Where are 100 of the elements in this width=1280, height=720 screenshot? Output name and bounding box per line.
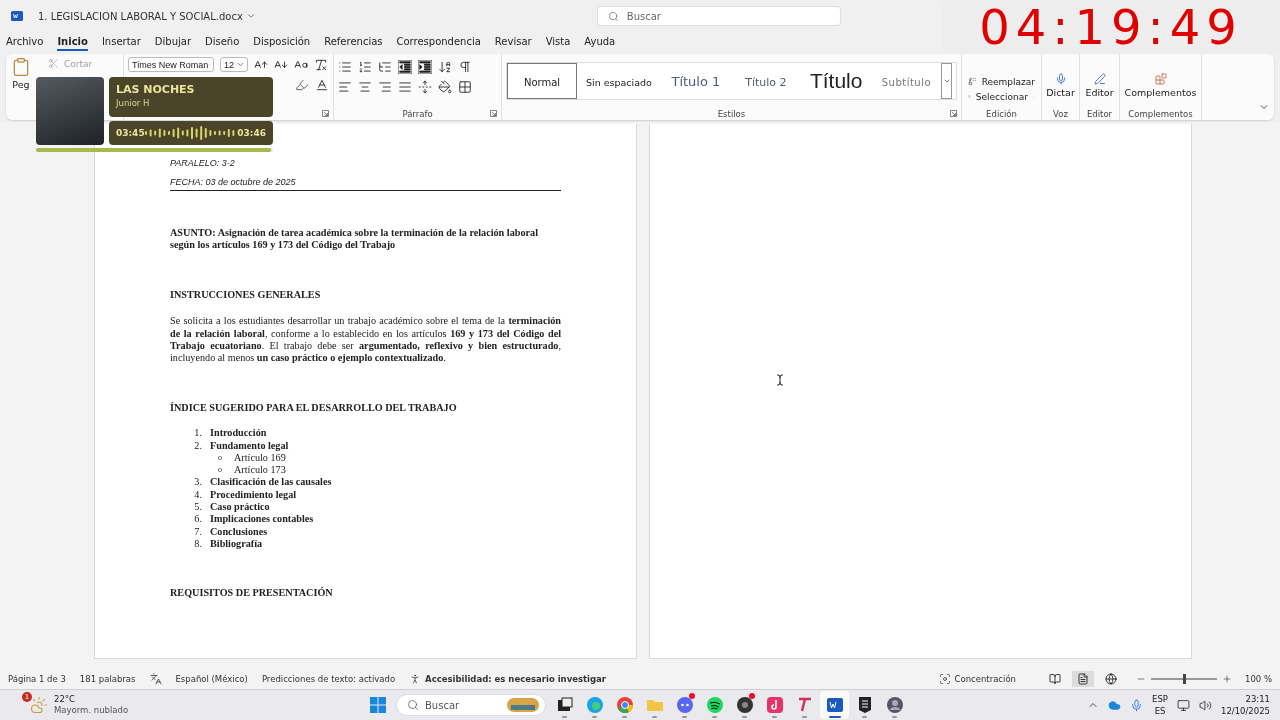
ribbon-tab[interactable]: Inicio: [57, 33, 88, 51]
section-heading: ÍNDICE SUGERIDO PARA EL DESARROLLO DEL TRABAJO: [170, 401, 458, 415]
focus-icon[interactable]: [938, 673, 951, 685]
align-right-icon[interactable]: [378, 80, 392, 94]
style-option[interactable]: Normal: [507, 63, 577, 99]
ribbon-tab[interactable]: Ayuda: [584, 33, 616, 51]
borders-icon[interactable]: [458, 80, 472, 94]
network-icon[interactable]: [1177, 698, 1190, 712]
accessibility-status[interactable]: Accesibilidad: es necesario investigar: [425, 674, 606, 684]
ribbon-tab[interactable]: Insertar: [101, 33, 141, 51]
ribbon-tab[interactable]: Revisar: [494, 33, 532, 51]
document-title[interactable]: 1. LEGISLACION LABORAL Y SOCIAL.docx: [38, 10, 256, 22]
list-item-text: Conclusiones: [210, 525, 268, 538]
cloud-icon[interactable]: [1108, 698, 1122, 712]
text-cursor-icon: [774, 374, 786, 386]
group-label: Párrafo: [401, 108, 434, 120]
zoom-thumb[interactable]: [1183, 674, 1186, 684]
zoom-level[interactable]: 100 %: [1245, 674, 1272, 684]
song-title: LAS NOCHES: [116, 83, 196, 96]
volume-icon[interactable]: [1199, 698, 1212, 712]
dictate-button[interactable]: Dictar: [1046, 71, 1075, 100]
list-item-text: Fundamento legal: [210, 439, 289, 452]
focus-mode[interactable]: Concentración: [954, 674, 1016, 684]
avatar-icon: [884, 695, 905, 715]
search-field[interactable]: Buscar: [596, 6, 841, 26]
justify-icon[interactable]: [398, 80, 412, 94]
list-item-text: Artículo 169: [234, 451, 286, 465]
artist-name: Junior H: [116, 98, 151, 108]
highlighter-icon[interactable]: [295, 78, 309, 92]
browser-icon: [584, 695, 605, 715]
ribbon-tab[interactable]: Disposición: [253, 33, 311, 51]
zoom-in-icon[interactable]: [1222, 674, 1232, 684]
input-language[interactable]: ESP ES: [1152, 693, 1168, 717]
dialog-launcher-icon[interactable]: [950, 110, 957, 117]
font-name-field[interactable]: Times New Roman: [128, 57, 214, 72]
photo-placeholder: [36, 77, 104, 145]
elapsed-time: 03:45: [116, 128, 145, 138]
clear-formatting-icon[interactable]: [314, 57, 328, 72]
word-count[interactable]: 181 palabras: [79, 674, 136, 684]
sort-icon[interactable]: [438, 60, 452, 74]
ribbon-tab[interactable]: Archivo: [6, 33, 44, 51]
taskbar-app-button[interactable]: [820, 691, 849, 719]
section-heading: REQUISITOS DE PRESENTACIÓN: [170, 587, 334, 600]
font-color-icon[interactable]: [315, 78, 329, 92]
multilevel-list-icon[interactable]: [378, 60, 392, 74]
ribbon-tab[interactable]: Vista: [545, 33, 571, 51]
increase-indent-icon[interactable]: [418, 60, 432, 74]
ribbon-tab[interactable]: Referencias: [324, 33, 383, 51]
list-item-text: Bibliografía: [210, 537, 263, 551]
book-icon: [1049, 673, 1061, 685]
scissors-icon: [48, 58, 59, 69]
clock-date[interactable]: 23:11 12/10/2025: [1221, 693, 1270, 717]
group-label: Voz: [1052, 108, 1069, 120]
search-icon: [607, 10, 619, 22]
list-number: 3.: [193, 476, 203, 489]
decrease-indent-icon[interactable]: [398, 60, 412, 74]
editor-button[interactable]: Editor: [1084, 71, 1115, 100]
dialog-launcher-icon[interactable]: [322, 110, 329, 117]
align-left-icon[interactable]: [338, 80, 352, 94]
more-styles-button[interactable]: [941, 63, 953, 99]
list-number: 5.: [193, 501, 203, 514]
search-highlight-icon: [507, 698, 539, 712]
ribbon-tab[interactable]: Dibujar: [154, 33, 191, 51]
proofing-icon[interactable]: [149, 673, 162, 685]
bullet-list-icon[interactable]: [338, 60, 352, 74]
microphone-icon[interactable]: [1130, 698, 1144, 712]
numbered-list-icon[interactable]: [358, 60, 372, 74]
shading-icon[interactable]: [438, 80, 452, 94]
record-app-icon: [734, 695, 755, 715]
ribbon-tab[interactable]: Correspondencia: [396, 33, 481, 51]
clipboard-icon: [11, 57, 31, 77]
select-button[interactable]: Seleccionar: [966, 90, 1037, 103]
dialog-launcher-icon[interactable]: [490, 110, 497, 117]
group-label: Estilos: [716, 108, 747, 120]
align-center-icon[interactable]: [358, 80, 372, 94]
video-app-icon: [764, 695, 785, 715]
bullet-marker: o: [218, 464, 223, 477]
group-label: Editor: [1085, 108, 1114, 120]
font-size-field[interactable]: 12: [220, 57, 248, 72]
view-button[interactable]: [1072, 671, 1094, 687]
page-count[interactable]: Página 1 de 3: [8, 674, 66, 684]
group-label: Complementos: [1127, 108, 1194, 120]
pen-icon: [1093, 73, 1106, 85]
word-icon: [824, 695, 845, 715]
document-text: PARALELO: 3-2: [170, 157, 236, 170]
add-ins-button[interactable]: Complementos: [1124, 71, 1197, 100]
list-item-text: Introducción: [210, 427, 267, 440]
predictions-status[interactable]: Predicciones de texto: activado: [261, 674, 396, 684]
blocks-icon: [1154, 73, 1167, 85]
line-spacing-icon[interactable]: [418, 80, 432, 94]
language-status[interactable]: Español (México): [175, 674, 248, 684]
weather-icon[interactable]: [30, 696, 48, 714]
list-item-text: Implicaciones contables: [210, 513, 314, 526]
replace-button[interactable]: Reemplazar: [966, 75, 1037, 88]
pilcrow-icon[interactable]: [458, 60, 472, 74]
paste-button[interactable]: Peg: [10, 57, 32, 90]
list-item-text: Clasificación de las causales: [210, 476, 332, 489]
clock-time: 04:19:49: [979, 0, 1243, 55]
taskbar-search-field[interactable]: Buscar: [396, 694, 546, 716]
ribbon-tab[interactable]: Diseño: [205, 33, 240, 51]
